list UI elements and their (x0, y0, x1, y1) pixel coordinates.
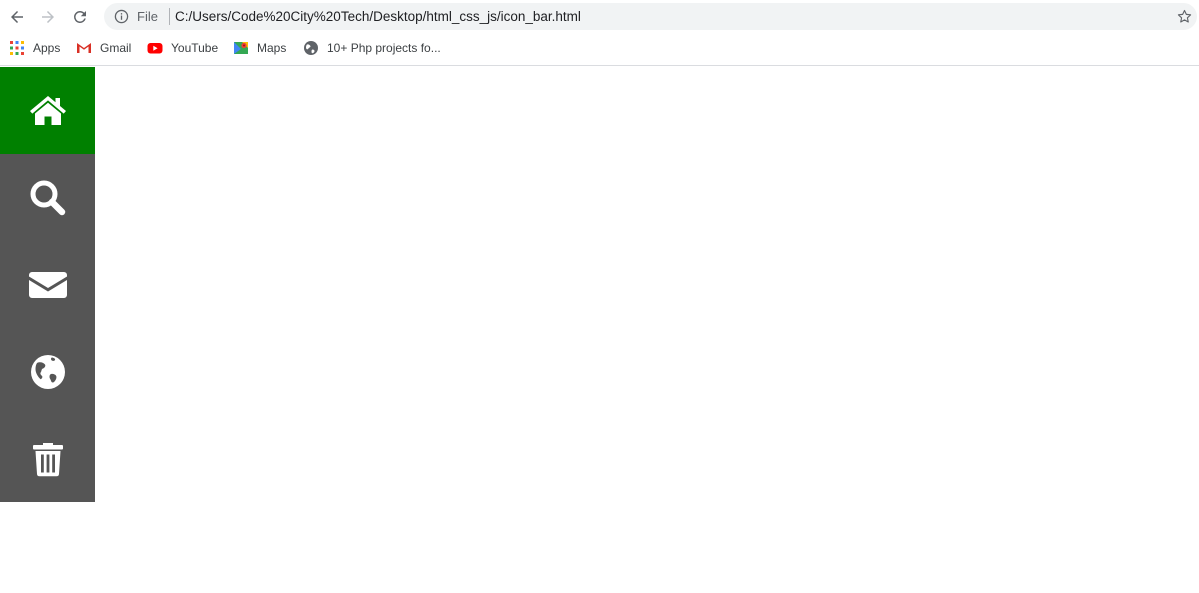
trash-icon (32, 442, 63, 476)
browser-toolbar: File C:/Users/Code%20City%20Tech/Desktop… (0, 0, 1199, 33)
search-icon (30, 180, 65, 215)
envelope-icon (28, 271, 67, 298)
maps-icon (233, 40, 249, 56)
bookmark-gmail[interactable]: Gmail (76, 40, 131, 56)
bookmark-apps[interactable]: Apps (9, 40, 60, 56)
icon-bar-item-globe[interactable] (0, 328, 95, 415)
bookmark-label: Apps (33, 41, 61, 55)
bookmark-maps[interactable]: Maps (233, 40, 286, 56)
bookmark-youtube[interactable]: YouTube (147, 40, 218, 56)
icon-bar-item-home[interactable] (0, 67, 95, 154)
bookmark-label: YouTube (171, 41, 219, 55)
back-button[interactable] (5, 5, 29, 29)
address-bar[interactable]: File C:/Users/Code%20City%20Tech/Desktop… (104, 3, 1197, 30)
star-icon[interactable] (1176, 8, 1193, 25)
bookmark-label: 10+ Php projects fo... (327, 41, 441, 55)
gmail-icon (76, 40, 92, 56)
arrow-left-icon (11, 11, 23, 23)
arrow-right-icon (42, 11, 54, 23)
bookmark-label: Maps (257, 41, 287, 55)
apps-grid-icon (9, 40, 25, 56)
globe-icon (30, 354, 65, 389)
youtube-icon (147, 40, 163, 56)
globe-icon (303, 40, 319, 56)
bookmark-php-projects[interactable]: 10+ Php projects fo... (303, 40, 441, 56)
reload-button[interactable] (68, 5, 92, 29)
omnibox-separator (169, 8, 170, 25)
forward-button[interactable] (36, 5, 60, 29)
bookmarks-bar: Apps Gmail YouTube Maps 10+ Php projects… (0, 33, 1199, 66)
reload-icon (74, 11, 86, 23)
home-icon (29, 95, 66, 125)
icon-bar-item-envelope[interactable] (0, 241, 95, 328)
url-text[interactable]: C:/Users/Code%20City%20Tech/Desktop/html… (175, 9, 581, 24)
info-icon[interactable] (114, 9, 129, 24)
icon-bar (0, 67, 95, 502)
icon-bar-item-search[interactable] (0, 154, 95, 241)
bookmark-label: Gmail (100, 41, 132, 55)
scheme-label: File (137, 9, 158, 24)
icon-bar-item-trash[interactable] (0, 415, 95, 502)
